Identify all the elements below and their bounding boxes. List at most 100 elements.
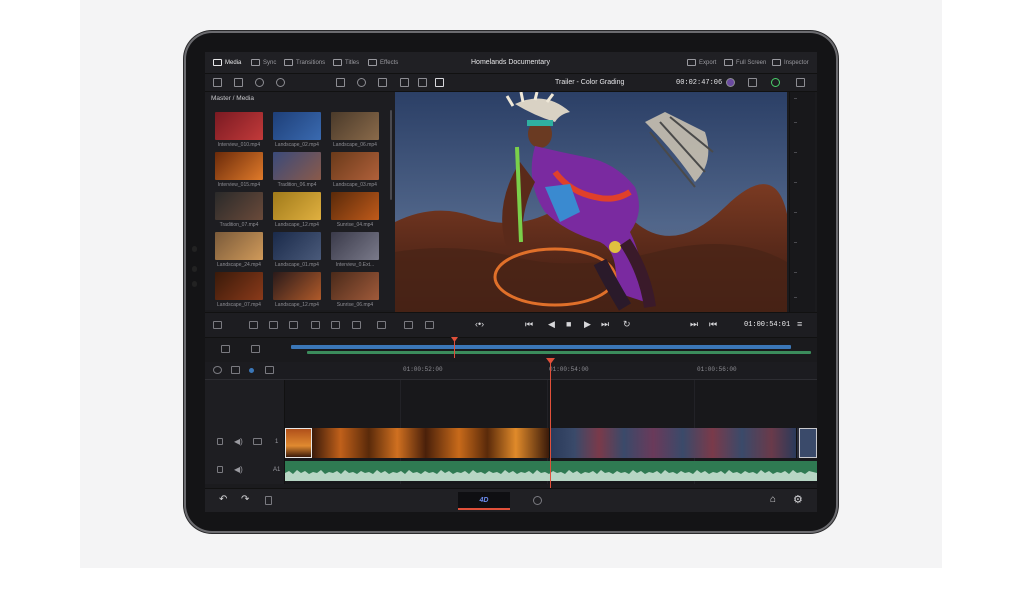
play-icon[interactable]: ▶ [584,319,591,330]
audio-tool-icon[interactable] [251,345,260,353]
menu-sync[interactable]: Sync [251,59,276,66]
undo-icon[interactable]: ↶ [219,494,227,505]
view-options-icon[interactable] [265,366,274,374]
media-clip[interactable]: Tradition_06.mp4 [273,152,321,188]
edit-tool-icon[interactable] [311,321,320,329]
media-clip[interactable]: Interview_010.mp4 [215,112,263,148]
adjust-icon[interactable] [425,321,434,329]
media-clip[interactable]: Tradition_07.mp4 [215,192,263,228]
video-track-icon[interactable] [253,438,262,445]
playhead[interactable] [550,360,551,490]
menu-inspector[interactable]: Inspector [772,59,809,66]
timeline-body[interactable] [285,380,817,484]
video-clip[interactable] [550,428,797,458]
media-clip[interactable]: Landscape_02.mp4 [273,112,321,148]
media-clip[interactable]: Sunrise_04.mp4 [331,192,379,228]
menu-effects[interactable]: Effects [368,59,398,66]
trim-icon[interactable] [231,366,240,374]
speaker-icon[interactable]: ◀) [234,437,243,446]
prev-clip-icon[interactable]: ⏮ [709,319,717,330]
breadcrumb[interactable]: Master / Media [211,95,254,102]
media-clip[interactable]: Landscape_12.mp4 [273,192,321,228]
media-clip[interactable]: Landscape_06.mp4 [331,112,379,148]
link-icon[interactable] [276,78,285,87]
media-clip[interactable]: Landscape_24.mp4 [215,232,263,268]
settings-icon[interactable]: ⚙ [793,493,803,506]
cut-page-tab[interactable]: 4D [458,492,510,510]
video-clip[interactable] [799,428,817,458]
edit-tool-icon[interactable] [269,321,278,329]
sort-icon[interactable] [378,78,387,87]
insert-icon[interactable] [404,321,413,329]
jump-end-icon[interactable]: ⏭ [601,319,609,330]
menu-media[interactable]: Media [213,59,241,66]
menu-export[interactable]: Export [687,59,716,66]
color-page-icon[interactable] [533,496,542,505]
color-icon[interactable] [726,78,735,87]
edit-tool-icon[interactable] [377,321,386,329]
viewer-mode-icon[interactable] [435,78,444,87]
video-clip-selected[interactable] [285,428,312,458]
trash-icon[interactable] [265,496,272,505]
overview-video-track [291,345,791,349]
grid-view-icon[interactable] [336,78,345,87]
edit-tool-icon[interactable] [249,321,258,329]
app-screen: Media Sync Transitions Titles Effects Ho… [205,52,817,512]
home-icon[interactable]: ⌂ [770,494,776,505]
media-clip[interactable]: Sunrise_06.mp4 [331,272,379,308]
snap-icon[interactable] [213,366,222,374]
media-clip[interactable]: Landscape_03.mp4 [331,152,379,188]
transport-bar: ‹•› ⏮ ◀ ■ ▶ ⏭ ↻ ⏭ ⏮ 01:00:54:01 ≡ [205,312,817,338]
step-back-icon[interactable]: ◀ [548,319,555,330]
jump-start-icon[interactable]: ⏮ [525,319,533,330]
edit-tool-icon[interactable] [352,321,361,329]
marker-icon[interactable] [249,368,254,373]
lock-icon[interactable] [217,438,223,445]
viewer-mode-icon[interactable] [418,78,427,87]
speaker-icon[interactable]: ◀) [234,465,243,474]
next-clip-icon[interactable]: ⏭ [690,319,698,330]
video-track[interactable] [285,428,817,458]
media-clip[interactable]: Interview_015.mp4 [215,152,263,188]
scrollbar[interactable] [390,110,392,200]
menu-fullscreen[interactable]: Full Screen [724,59,766,66]
clip-thumbnail [215,152,263,180]
video-clip[interactable] [312,428,550,458]
product-photo: Media Sync Transitions Titles Effects Ho… [0,0,1024,604]
menu-icon[interactable]: ≡ [797,319,802,329]
clip-thumbnail [331,232,379,260]
overview-timeline[interactable] [205,337,817,362]
menu-label: Export [699,59,717,66]
viewer[interactable] [395,92,787,312]
menu-transitions[interactable]: Transitions [284,59,325,66]
title-tool-icon[interactable] [221,345,230,353]
redo-icon[interactable]: ↷ [241,494,249,505]
media-clip[interactable]: Landscape_12.mp4 [273,272,321,308]
media-clip[interactable]: Landscape_01.mp4 [273,232,321,268]
media-clip[interactable]: Landscape_07.mp4 [215,272,263,308]
clip-label: Landscape_06.mp4 [333,142,377,148]
timeline-ruler[interactable]: 01:00:52:00 01:00:54:00 01:00:56:00 [285,362,817,380]
clip-label: Sunrise_06.mp4 [336,302,374,308]
panel-toggle-icon[interactable] [213,78,222,87]
edit-tool-icon[interactable] [289,321,298,329]
prev-marker-icon[interactable]: ‹•› [475,319,484,329]
audio-track[interactable] [285,461,817,481]
stop-icon[interactable]: ■ [566,319,571,329]
sync-clip-icon[interactable] [255,78,264,87]
loop-icon[interactable]: ↻ [623,319,631,330]
menu-titles[interactable]: Titles [333,59,359,66]
import-icon[interactable] [234,78,243,87]
meter-tick [794,182,797,183]
timeline-name[interactable]: Trailer - Color Grading [555,79,624,86]
transform-icon[interactable] [748,78,757,87]
media-clip[interactable]: Interview_0.Ext... [331,232,379,268]
menu-label: Sync [263,59,277,66]
viewer-mode-icon[interactable] [400,78,409,87]
speaker-icon[interactable] [796,78,805,87]
lock-icon[interactable] [217,466,223,473]
color-wheel-icon[interactable] [771,78,780,87]
scissors-icon[interactable] [213,321,222,329]
edit-tool-icon[interactable] [331,321,340,329]
search-icon[interactable] [357,78,366,87]
